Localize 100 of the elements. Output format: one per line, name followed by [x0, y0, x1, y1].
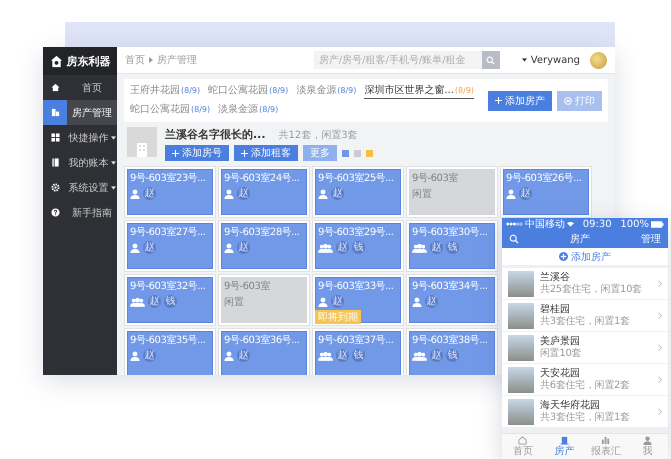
photo-placeholder: [508, 398, 534, 424]
clock-text: 09:30: [582, 218, 612, 230]
sidebar-item[interactable]: 新手指南: [43, 200, 117, 225]
plus-circle-icon: [559, 252, 568, 261]
property-tab[interactable]: 深圳市区世界之窗...(8/9): [364, 83, 474, 99]
tenant-tag: 赵: [143, 349, 156, 362]
tenant-tag: 赵: [237, 187, 250, 200]
property-summary: 共25套住宅，闲置10套: [540, 284, 643, 296]
tab-bar-item[interactable]: 首页: [502, 434, 544, 459]
tab-bar-item[interactable]: 房产: [544, 434, 585, 459]
search-button[interactable]: [482, 51, 500, 69]
photo-placeholder: [508, 334, 534, 360]
bar-chart-icon: [601, 436, 610, 445]
chevron-icon: [658, 408, 662, 415]
grid-icon: [50, 133, 60, 142]
room-card[interactable]: 9号-603室 闲置: [407, 167, 497, 217]
help-icon: [50, 208, 60, 217]
room-title: 9号-603室37号...: [318, 334, 394, 347]
building-icon: [560, 436, 569, 445]
tenant-tag: 赵: [425, 295, 438, 308]
property-tab[interactable]: 淡泉金源(8/9): [296, 83, 356, 99]
room-card[interactable]: 9号-603室35号... 赵: [125, 329, 215, 375]
tab-bar-item[interactable]: 报表汇: [585, 434, 626, 459]
vacancy-status: 闲置: [412, 188, 433, 201]
property-tab[interactable]: 蛇口公寓花园(8/9): [130, 102, 210, 118]
room-card[interactable]: 9号-603室29号... 赵 钱: [313, 221, 403, 271]
property-tab[interactable]: 蛇口公寓花园(8/9): [208, 83, 288, 99]
property-name: 美庐景园: [540, 336, 581, 348]
more-button[interactable]: 更多: [303, 145, 337, 161]
carrier-text: 中国移动: [525, 218, 565, 231]
room-card[interactable]: 9号-603室23号... 赵: [125, 167, 215, 217]
tenant-tag: 钱: [164, 295, 177, 308]
add-button[interactable]: 添加租客: [234, 145, 298, 161]
property-list-item[interactable]: 天安花园 共6套住宅，闲置2套: [502, 364, 668, 396]
property-name: 天安花园: [540, 368, 581, 380]
tenant-tag: 赵: [430, 349, 443, 362]
tenant-tag: 钱: [446, 241, 459, 254]
property-list-item[interactable]: 海天华府花园 共3套住宅，闲置1套: [502, 396, 668, 428]
property-summary: 闲置10套: [540, 348, 582, 360]
room-card[interactable]: 9号-603室34号... 赵: [407, 275, 497, 325]
room-title: 9号-603室23号...: [130, 172, 206, 185]
room-card[interactable]: 9号-603室37号... 赵 钱: [313, 329, 403, 375]
plus-icon: [241, 150, 248, 156]
sidebar-item[interactable]: 我的账本: [43, 150, 117, 175]
sidebar-item[interactable]: 快捷操作: [43, 125, 117, 150]
room-card[interactable]: 9号-603室36号... 赵: [219, 329, 309, 375]
tenant-tag: 赵: [519, 187, 532, 200]
add-button[interactable]: 添加房号: [165, 145, 229, 161]
tab-bar-item[interactable]: 我: [626, 434, 668, 459]
avatar-icon[interactable]: [590, 52, 607, 68]
user-name[interactable]: Verywang: [530, 54, 580, 66]
nav-title: 房产: [570, 232, 590, 246]
room-card[interactable]: 9号-603室33号... 赵 即将到期: [313, 275, 403, 325]
room-title: 9号-603室29号...: [318, 226, 394, 239]
sidebar-item[interactable]: 系统设置: [43, 175, 117, 200]
room-title: 9号-603室: [224, 280, 271, 293]
chevron-icon: [658, 344, 662, 351]
search-icon[interactable]: [509, 234, 519, 244]
wifi-icon: [567, 221, 574, 227]
room-title: 9号-603室38号...: [412, 334, 488, 347]
room-title: 9号-603室28号...: [224, 226, 300, 239]
caret-icon: [522, 58, 527, 62]
building-icon: [50, 108, 60, 117]
property-tab[interactable]: 王府井花园(8/9): [130, 83, 200, 99]
tenant-tag: 赵: [143, 187, 156, 200]
manage-link[interactable]: 管理: [641, 232, 661, 246]
property-name: 兰溪谷名字很长的...: [165, 127, 266, 142]
room-card[interactable]: 9号-603室24号... 赵: [219, 167, 309, 217]
photo-placeholder: [508, 270, 534, 296]
photo-placeholder: [508, 366, 534, 392]
property-list-item[interactable]: 美庐景园 闲置10套: [502, 332, 668, 364]
logo-text: 房东利器: [66, 54, 110, 68]
room-title: 9号-603室: [412, 172, 459, 185]
tenant-tag: 钱: [352, 241, 365, 254]
sidebar-item[interactable]: 房产管理: [43, 100, 117, 125]
property-list-item[interactable]: 碧桂园 共3套住宅，闲置1套: [502, 300, 668, 332]
expiry-badge: 即将到期: [315, 310, 361, 324]
room-card[interactable]: 9号-603室30号... 赵 钱: [407, 221, 497, 271]
battery-icon: [650, 220, 664, 228]
property-summary: 共3套住宅，闲置1套: [540, 316, 631, 328]
room-card[interactable]: 9号-603室 闲置: [219, 275, 309, 325]
room-card[interactable]: 9号-603室32号... 赵 钱: [125, 275, 215, 325]
room-card[interactable]: 9号-603室38号... 赵 钱: [407, 329, 497, 375]
signal-dots-icon: [506, 222, 523, 226]
add-property-button[interactable]: 添加房产: [488, 90, 552, 110]
search-field[interactable]: 房产/房号/租客/手机号/账单/租金: [314, 51, 500, 69]
property-summary: 共6套住宅，闲置2套: [540, 380, 631, 392]
property-tab[interactable]: 淡泉金源(8/9): [218, 102, 278, 118]
search-icon: [486, 56, 496, 64]
property-name: 碧桂园: [540, 304, 571, 316]
chevron-icon: [658, 280, 662, 287]
property-list-item[interactable]: 兰溪谷 共25套住宅，闲置10套: [502, 268, 668, 300]
breadcrumb-link[interactable]: 首页: [125, 53, 145, 67]
room-card[interactable]: 9号-603室26号... 赵: [501, 167, 591, 217]
room-card[interactable]: 9号-603室27号... 赵: [125, 221, 215, 271]
tenant-tag: 钱: [352, 349, 365, 362]
room-card[interactable]: 9号-603室25号... 赵: [313, 167, 403, 217]
sidebar-item[interactable]: 首页: [43, 75, 117, 100]
room-card[interactable]: 9号-603室28号... 赵: [219, 221, 309, 271]
room-title: 9号-603室24号...: [224, 172, 300, 185]
